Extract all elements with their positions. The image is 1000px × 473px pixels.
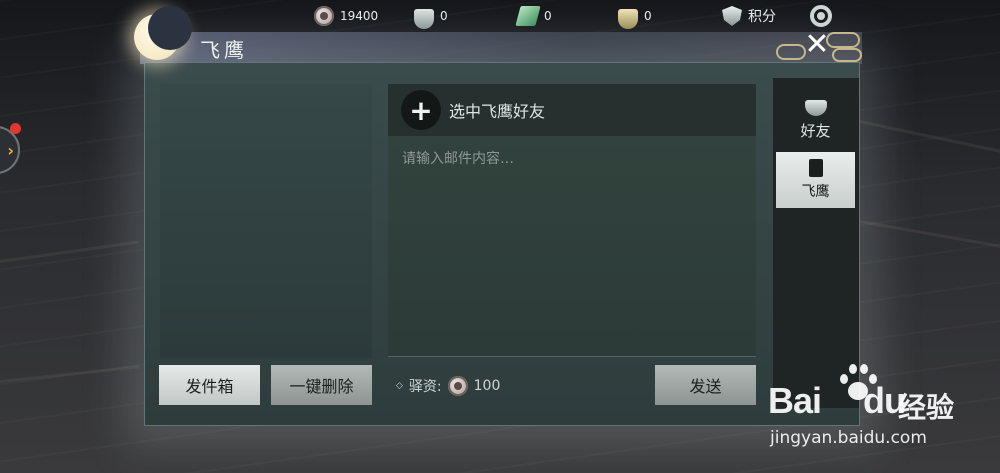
currency-silver: 0 bbox=[414, 6, 448, 29]
notification-dot bbox=[10, 123, 21, 134]
plus-icon[interactable]: + bbox=[401, 90, 441, 130]
tab-eagle[interactable]: 飞鹰 bbox=[776, 152, 855, 208]
gold-bowl-icon bbox=[618, 9, 638, 29]
copper-coin-icon bbox=[447, 376, 468, 396]
points-button[interactable]: 积分 bbox=[722, 6, 776, 26]
tab-friends-label: 好友 bbox=[800, 121, 831, 140]
points-label: 积分 bbox=[748, 9, 776, 25]
currency-jade: 0 bbox=[515, 6, 552, 26]
shield-icon bbox=[722, 6, 742, 26]
currency-copper: 19400 bbox=[314, 6, 378, 26]
postage-fee-value: 100 bbox=[473, 378, 501, 394]
baidu-jingyan-watermark: Bai du 经验 jingyan.baidu.com bbox=[768, 362, 998, 472]
copper-coin-icon bbox=[314, 6, 334, 26]
close-button[interactable]: ✕ bbox=[796, 26, 838, 62]
title-strip bbox=[140, 32, 862, 64]
floor-plank-line bbox=[859, 120, 1000, 157]
currency-silver-value: 0 bbox=[440, 9, 448, 23]
currency-gold: 0 bbox=[618, 6, 652, 29]
tab-eagle-label: 飞鹰 bbox=[801, 184, 830, 200]
watermark-url: jingyan.baidu.com bbox=[770, 428, 927, 448]
silver-bowl-icon bbox=[414, 9, 434, 29]
select-friend-label: 选中飞鹰好友 bbox=[449, 102, 546, 121]
select-friend-row[interactable]: + 选中飞鹰好友 bbox=[388, 84, 756, 136]
postage-fee: ◇ 驿资: 100 bbox=[396, 376, 500, 396]
diamond-bullet-icon: ◇ bbox=[396, 381, 403, 391]
window-title: 飞鹰 bbox=[200, 38, 248, 62]
bowl-icon bbox=[804, 99, 827, 116]
mail-content-input[interactable] bbox=[400, 146, 744, 350]
chevron-right-icon: › bbox=[7, 140, 14, 160]
floor-plank-line bbox=[859, 220, 1000, 251]
jade-icon bbox=[515, 6, 541, 26]
watermark-logo: Bai du bbox=[768, 380, 906, 421]
send-button[interactable]: 发送 bbox=[655, 365, 756, 405]
watermark-jingyan: 经验 bbox=[898, 391, 955, 424]
currency-jade-value: 0 bbox=[544, 9, 552, 23]
mail-list-panel[interactable] bbox=[160, 84, 372, 358]
currency-copper-value: 19400 bbox=[340, 9, 379, 23]
compose-divider bbox=[388, 356, 756, 357]
crescent-moon-icon bbox=[128, 6, 192, 68]
floor-plank-line bbox=[0, 240, 139, 263]
currency-gold-value: 0 bbox=[644, 9, 652, 23]
compose-panel: + 选中飞鹰好友 bbox=[388, 84, 756, 356]
scroll-icon bbox=[808, 159, 823, 177]
outbox-button[interactable]: 发件箱 bbox=[159, 365, 260, 405]
delete-all-button[interactable]: 一键删除 bbox=[271, 365, 372, 405]
tab-column: 好友 飞鹰 bbox=[773, 78, 859, 408]
floor-plank-line bbox=[0, 365, 140, 383]
tab-friends[interactable]: 好友 bbox=[776, 92, 855, 148]
postage-fee-label: 驿资: bbox=[408, 379, 442, 395]
